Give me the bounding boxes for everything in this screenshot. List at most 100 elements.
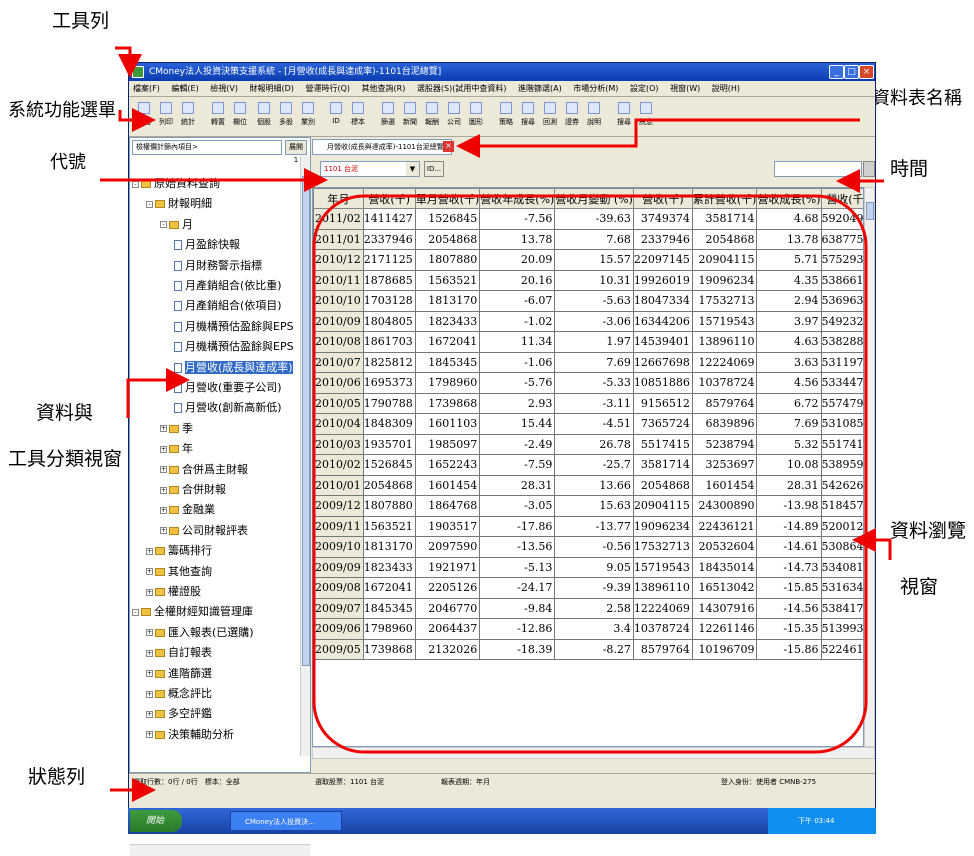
menu-advanced-filter[interactable]: 進階篩選(A)	[518, 84, 562, 93]
menu-help[interactable]: 說明(H)	[712, 84, 740, 93]
menu-market-analysis[interactable]: 市場分析(M)	[573, 84, 618, 93]
collapse-icon[interactable]: -	[160, 221, 167, 229]
minimize-button[interactable]: _	[829, 65, 844, 79]
tree-horizontal-scrollbar[interactable]	[130, 844, 310, 856]
expand-icon[interactable]: +	[146, 588, 153, 596]
tree-node[interactable]: + 權證股	[146, 584, 201, 600]
tab-close-icon[interactable]: ×	[443, 141, 454, 152]
table-row[interactable]: 2010/10 1703128 1813170 -6.07 -5.63 18047334 1…	[313, 290, 863, 312]
table-row[interactable]: 2009/07 1845345 2046770 -9.84 2.58 12224069 14…	[313, 597, 863, 619]
expand-icon[interactable]: +	[160, 527, 167, 535]
graph-button[interactable]: 圖形	[465, 100, 487, 134]
expand-icon[interactable]: +	[146, 690, 153, 698]
tree-vertical-scrollbar[interactable]	[300, 156, 310, 756]
menu-file[interactable]: 檔案(F)	[133, 84, 160, 93]
stock-code-select[interactable]: 1101 台泥	[320, 161, 420, 177]
expand-icon[interactable]: +	[160, 486, 167, 494]
multi-stock-button[interactable]: 多股	[275, 100, 297, 134]
tree-node[interactable]: 月產銷組合(依項目)	[174, 298, 282, 314]
export-button[interactable]: 匯出	[133, 100, 155, 134]
column-header[interactable]: 營收成長(%)	[756, 188, 822, 209]
tree-node[interactable]: + 決策輔助分析	[146, 727, 234, 743]
search2-button[interactable]: 搜尋	[613, 100, 635, 134]
grid-horizontal-scrollbar[interactable]	[312, 747, 875, 759]
column-header[interactable]: 單月營收(千)	[414, 188, 481, 209]
stats-button[interactable]: 統計	[177, 100, 199, 134]
filter-button[interactable]: 篩選	[377, 100, 399, 134]
expand-icon[interactable]: +	[160, 466, 167, 474]
expand-icon[interactable]: +	[146, 629, 153, 637]
taskbar-app-button[interactable]: CMoney法人投資決...	[230, 811, 342, 831]
message-button[interactable]: 訊息	[635, 100, 657, 134]
tree-node[interactable]: 月營收(創新高新低)	[174, 400, 282, 416]
maximize-button[interactable]: □	[844, 65, 859, 79]
column-header[interactable]: 營收年成長(%)	[479, 188, 556, 209]
securities-button[interactable]: 證券	[561, 100, 583, 134]
tree-node[interactable]: + 其他查詢	[146, 564, 212, 580]
table-row[interactable]: 2009/09 1823433 1921971 -5.13 9.05 15719543 18…	[313, 556, 863, 578]
tree-node[interactable]: 月財務警示指標	[174, 258, 262, 274]
tree-node[interactable]: - 財報明細	[146, 196, 212, 212]
table-row[interactable]: 2010/04 1848309 1601103 15.44 -4.51 7365724 68…	[313, 413, 863, 435]
expand-icon[interactable]: +	[146, 731, 153, 739]
table-row[interactable]: 2010/02 1526845 1652243 -7.59 -25.7 3581714 32…	[313, 454, 863, 476]
menu-operations[interactable]: 營運時行(Q)	[305, 84, 350, 93]
tree-node[interactable]: + 多空評鑑	[146, 706, 212, 722]
column-header[interactable]: 營收(千)	[362, 188, 416, 209]
table-row[interactable]: 2010/11 1878685 1563521 20.16 10.31 19926019 1…	[313, 269, 863, 291]
tree-node[interactable]: + 公司財報評表	[160, 523, 248, 539]
table-row[interactable]: 2009/08 1672041 2205126 -24.17 -9.39 13896110…	[313, 577, 863, 599]
tree-node[interactable]: + 自訂報表	[146, 645, 212, 661]
print-button[interactable]: 列印	[155, 100, 177, 134]
company-button[interactable]: 公司	[443, 100, 465, 134]
tree-node[interactable]: 月機構預估盈餘與EPS	[174, 319, 294, 335]
expand-icon[interactable]: +	[146, 547, 153, 555]
table-row[interactable]: 2010/03 1935701 1985097 -2.49 26.78 5517415 52…	[313, 433, 863, 455]
tree-node[interactable]: + 季	[160, 421, 193, 437]
menu-settings[interactable]: 設定(O)	[630, 84, 659, 93]
menu-screener[interactable]: 選股器(S)(試用中查資料)	[417, 84, 507, 93]
close-button[interactable]: ×	[859, 65, 874, 79]
menu-window[interactable]: 視窗(W)	[670, 84, 700, 93]
tree-node[interactable]: + 匯入報表(已選購)	[146, 625, 254, 641]
tree-node[interactable]: + 合併爲主財報	[160, 462, 248, 478]
table-row[interactable]: 2009/06 1798960 2064437 -12.86 3.4 10378724 12…	[313, 618, 863, 640]
column-header[interactable]: 年月	[313, 188, 364, 209]
table-row[interactable]: 2010/08 1861703 1672041 11.34 1.97 14539401 13…	[313, 331, 863, 353]
single-stock-button[interactable]: 個股	[253, 100, 275, 134]
tree-expand-button[interactable]: 展開 1	[285, 140, 307, 164]
time-picker-button[interactable]	[863, 161, 875, 177]
table-row[interactable]: 2009/12 1807880 1864768 -3.05 15.63 20904115 2…	[313, 495, 863, 517]
grid-vertical-scrollbar[interactable]	[864, 187, 875, 747]
table-row[interactable]: 2009/10 1813170 2097590 -13.56 -0.56 17532713…	[313, 536, 863, 558]
expand-icon[interactable]: +	[146, 710, 153, 718]
menu-other-query[interactable]: 其他查詢(R)	[362, 84, 406, 93]
table-row[interactable]: 2011/02 1411427 1526845 -7.56 -39.63 3749374 3…	[313, 208, 863, 230]
expand-icon[interactable]: +	[160, 425, 167, 433]
backtest-button[interactable]: 回測	[539, 100, 561, 134]
collapse-icon[interactable]: -	[146, 200, 153, 208]
tree-node[interactable]: + 合併財報	[160, 482, 226, 498]
tree-node[interactable]: + 概念評比	[146, 686, 212, 702]
expand-icon[interactable]: +	[146, 568, 153, 576]
industry-button[interactable]: 業別	[297, 100, 319, 134]
collapse-icon[interactable]: -	[132, 608, 139, 616]
table-row[interactable]: 2010/01 2054868 1601454 28.31 13.66 2054868 16…	[313, 474, 863, 496]
table-row[interactable]: 2009/11 1563521 1903517 -17.86 -13.77 1909623…	[313, 515, 863, 537]
table-row[interactable]: 2010/07 1825812 1845345 -1.06 7.69 12667698 12…	[313, 351, 863, 373]
transpose-button[interactable]: 轉置	[207, 100, 229, 134]
menu-edit[interactable]: 編輯(E)	[171, 84, 198, 93]
column-header[interactable]: 營收(千)	[820, 188, 863, 209]
tree-node[interactable]: -月	[160, 217, 193, 233]
help-button[interactable]: 說明	[583, 100, 605, 134]
table-row[interactable]: 2010/09 1804805 1823433 -1.02 -3.06 16344206 1…	[313, 310, 863, 332]
table-row[interactable]: 2010/06 1695373 1798960 -5.76 -5.33 10851886 1…	[313, 372, 863, 394]
columns-button[interactable]: 欄位	[229, 100, 251, 134]
expand-icon[interactable]: +	[146, 670, 153, 678]
scroll-thumb[interactable]	[302, 176, 310, 666]
column-header[interactable]: 累計營收(千)	[691, 188, 758, 209]
id-button[interactable]: ID	[325, 100, 347, 134]
expand-icon[interactable]: +	[160, 506, 167, 514]
tree-node[interactable]: + 年	[160, 441, 193, 457]
column-header[interactable]: 營收月變動 (%)	[554, 188, 634, 209]
